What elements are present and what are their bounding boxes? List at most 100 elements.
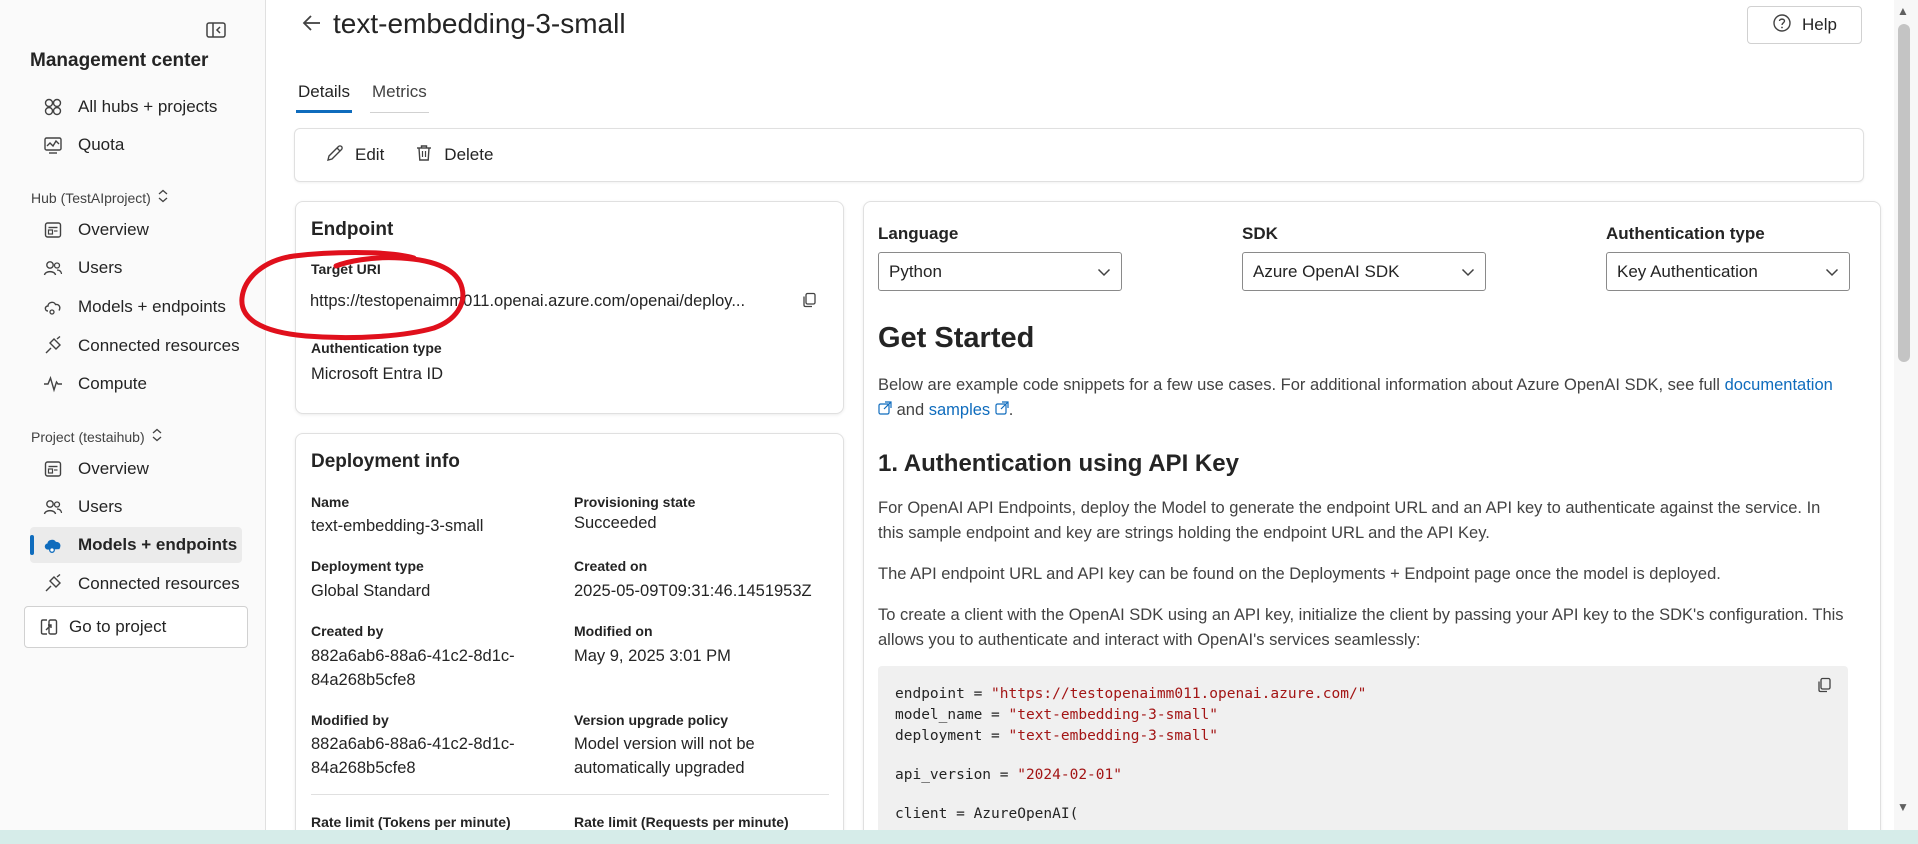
help-icon bbox=[1772, 13, 1792, 38]
go-to-project-label: Go to project bbox=[69, 617, 167, 636]
models-icon bbox=[42, 534, 64, 556]
rate-limit-requests-label: Rate limit (Requests per minute) bbox=[574, 814, 789, 830]
sidebar-item-label: Models + endpoints bbox=[78, 535, 238, 554]
language-select-value: Python bbox=[889, 261, 942, 281]
created-by-label: Created by bbox=[311, 623, 384, 639]
delete-label: Delete bbox=[444, 145, 494, 164]
chevron-down-icon bbox=[1097, 262, 1111, 282]
deployment-info-title: Deployment info bbox=[311, 451, 460, 472]
pencil-icon bbox=[325, 143, 345, 168]
project-section-label[interactable]: Project (testaihub) bbox=[31, 428, 163, 445]
management-center-title: Management center bbox=[30, 50, 209, 71]
sidebar-item-label: Users bbox=[78, 258, 123, 277]
tab-metrics[interactable]: Metrics bbox=[369, 80, 429, 113]
intro-text: Below are example code snippets for a fe… bbox=[878, 376, 1720, 394]
modified-on-value: May 9, 2025 3:01 PM bbox=[574, 647, 731, 665]
auth-type-select[interactable]: Key Authentication bbox=[1606, 252, 1850, 291]
documentation-link[interactable]: documentation bbox=[1725, 376, 1833, 394]
created-on-label: Created on bbox=[574, 558, 648, 574]
code-line: client = AzureOpenAI( bbox=[895, 806, 1079, 822]
para-1: For OpenAI API Endpoints, deploy the Mod… bbox=[878, 499, 1821, 542]
upgrade-policy-value-line2: automatically upgraded bbox=[574, 759, 745, 777]
go-to-project-icon bbox=[39, 617, 59, 637]
chevron-down-icon bbox=[1461, 262, 1475, 282]
sidebar-item-label: Connected resources bbox=[78, 336, 240, 355]
sidebar-item-label: Overview bbox=[78, 220, 149, 239]
divider bbox=[311, 794, 829, 795]
modified-on-label: Modified on bbox=[574, 623, 653, 639]
modified-by-value-line2: 84a268b5cfe8 bbox=[311, 759, 416, 777]
code-line: model_name = "text-embedding-3-small" bbox=[895, 707, 1219, 723]
chevron-updown-icon bbox=[157, 189, 169, 206]
users-icon bbox=[42, 257, 64, 279]
connected-icon bbox=[42, 335, 64, 357]
sidebar-item-quota[interactable]: Quota bbox=[30, 127, 242, 163]
sidebar-item-hub-compute[interactable]: Compute bbox=[30, 366, 242, 402]
sidebar-item-hub-overview[interactable]: Overview bbox=[30, 212, 242, 248]
upgrade-policy-value-line1: Model version will not be bbox=[574, 735, 755, 753]
sdk-select[interactable]: Azure OpenAI SDK bbox=[1242, 252, 1486, 291]
models-icon bbox=[42, 296, 64, 318]
sidebar-item-label: Users bbox=[78, 497, 123, 516]
connected-icon bbox=[42, 573, 64, 595]
sidebar-item-hub-models[interactable]: Models + endpoints bbox=[30, 289, 242, 325]
created-by-value-line1: 882a6ab6-88a6-41c2-8d1c- bbox=[311, 647, 515, 665]
tab-list: Details Metrics bbox=[296, 80, 429, 113]
sidebar-item-project-users[interactable]: Users bbox=[30, 489, 242, 525]
delete-button[interactable]: Delete bbox=[414, 143, 493, 168]
quota-icon bbox=[42, 134, 64, 156]
tab-details[interactable]: Details bbox=[296, 80, 352, 113]
back-arrow-icon[interactable] bbox=[300, 10, 326, 36]
sdk-select-value: Azure OpenAI SDK bbox=[1253, 261, 1400, 281]
sidebar-item-project-overview[interactable]: Overview bbox=[30, 451, 242, 487]
hub-section-label[interactable]: Hub (TestAIproject) bbox=[31, 189, 169, 206]
scroll-down-arrow-icon[interactable]: ▼ bbox=[1897, 800, 1909, 814]
provisioning-value: Succeeded bbox=[574, 514, 657, 532]
sidebar-item-label: Quota bbox=[78, 135, 125, 154]
external-link-icon bbox=[995, 401, 1009, 419]
intro-paragraph: Below are example code snippets for a fe… bbox=[878, 373, 1850, 423]
sidebar-item-hub-users[interactable]: Users bbox=[30, 250, 242, 286]
sidebar-item-hub-connected[interactable]: Connected resources bbox=[30, 328, 242, 364]
modified-by-value-line1: 882a6ab6-88a6-41c2-8d1c- bbox=[311, 735, 515, 753]
auth-type-select-value: Key Authentication bbox=[1617, 261, 1758, 281]
toolbar: Edit Delete bbox=[294, 128, 1864, 182]
sidebar-item-label: All hubs + projects bbox=[78, 97, 218, 116]
copy-icon[interactable] bbox=[801, 292, 817, 308]
scrollbar-thumb[interactable] bbox=[1898, 24, 1910, 362]
collapse-sidebar-icon[interactable] bbox=[205, 20, 227, 40]
sidebar-item-label: Models + endpoints bbox=[78, 297, 226, 316]
get-started-title: Get Started bbox=[878, 322, 1035, 354]
page-title: text-embedding-3-small bbox=[333, 8, 626, 39]
compute-icon bbox=[42, 373, 64, 395]
copy-code-icon[interactable] bbox=[1816, 677, 1832, 693]
code-line: deployment = "text-embedding-3-small" bbox=[895, 728, 1219, 744]
scroll-up-arrow-icon[interactable]: ▲ bbox=[1897, 4, 1909, 18]
sdk-label: SDK bbox=[1242, 224, 1278, 243]
hubs-icon bbox=[42, 96, 64, 118]
sidebar-item-project-connected[interactable]: Connected resources bbox=[30, 566, 242, 602]
overview-icon bbox=[42, 458, 64, 480]
chevron-down-icon bbox=[1825, 262, 1839, 282]
period-text: . bbox=[1008, 401, 1014, 419]
help-button[interactable]: Help bbox=[1747, 6, 1862, 44]
code-line: endpoint = "https://testopenaimm011.open… bbox=[895, 686, 1367, 702]
created-by-value-line2: 84a268b5cfe8 bbox=[311, 671, 416, 689]
language-select[interactable]: Python bbox=[878, 252, 1122, 291]
go-to-project-button[interactable]: Go to project bbox=[24, 606, 248, 648]
sidebar: Management center All hubs + projects Qu… bbox=[0, 0, 266, 844]
chevron-updown-icon bbox=[151, 428, 163, 445]
endpoint-title: Endpoint bbox=[311, 219, 394, 240]
provisioning-label: Provisioning state bbox=[574, 494, 696, 510]
samples-link[interactable]: samples bbox=[929, 401, 990, 419]
hub-label-text: Hub (TestAIproject) bbox=[31, 189, 151, 206]
rate-limit-tokens-label: Rate limit (Tokens per minute) bbox=[311, 814, 511, 830]
auth-type-label: Authentication type bbox=[1606, 224, 1765, 243]
edit-button[interactable]: Edit bbox=[325, 143, 384, 168]
modified-by-label: Modified by bbox=[311, 712, 389, 728]
name-label: Name bbox=[311, 494, 350, 510]
sidebar-item-project-models[interactable]: Models + endpoints bbox=[30, 527, 242, 563]
section1-title: 1. Authentication using API Key bbox=[878, 450, 1239, 477]
and-text: and bbox=[896, 401, 925, 419]
sidebar-item-all-hubs[interactable]: All hubs + projects bbox=[30, 89, 242, 125]
